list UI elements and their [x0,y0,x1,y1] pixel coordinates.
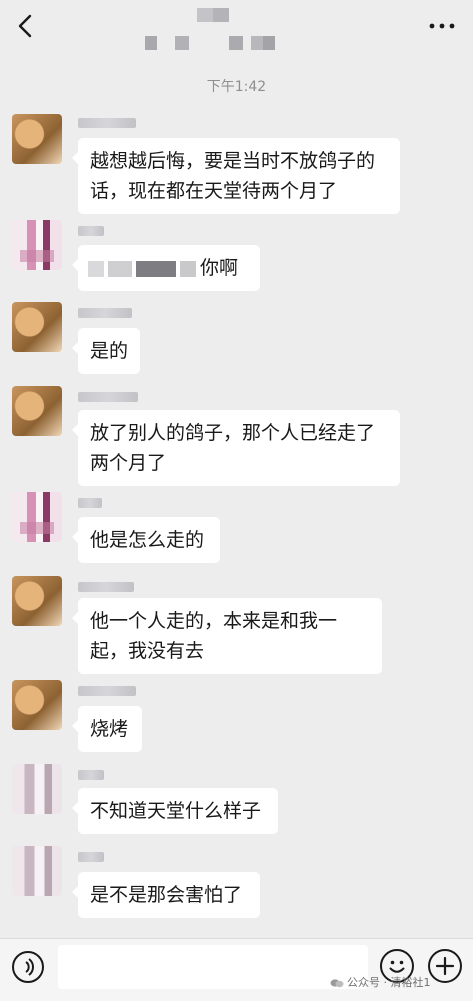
message-text: 烧烤 [90,718,129,740]
sender-name-redacted [78,392,138,402]
more-dots-icon [429,23,455,29]
message-text: 是的 [90,340,129,362]
sender-name-redacted [78,686,136,696]
voice-button[interactable] [12,951,44,983]
chevron-left-icon [18,14,32,38]
message-text: 他一个人走的，本来是和我一起，我没有去 [90,610,338,662]
sender-name-redacted [78,852,104,862]
redacted-text [136,260,176,277]
watermark: 公众号 · 清裕社1 [330,974,431,990]
message-timestamp: 下午1:42 [206,79,267,95]
avatar[interactable] [12,576,62,626]
avatar[interactable] [12,220,62,270]
sender-name-redacted [78,770,104,780]
sender-name-redacted [78,582,134,592]
sender-name-redacted [78,308,132,318]
message-text: 是不是那会害怕了 [90,884,243,906]
sender-name-redacted [78,118,136,128]
wechat-logo-icon [330,979,344,988]
message-input[interactable] [58,945,368,989]
avatar[interactable] [12,764,62,814]
watermark-text: 公众号 · 清裕社1 [347,976,431,989]
chat-window: 下午1:42 越想越后悔，要是当时不放鸽子的话，现在都在天堂待两个月了 你啊 是… [0,0,473,1001]
avatar[interactable] [12,680,62,730]
message-bubble[interactable]: 你啊 [72,245,260,291]
redacted-text [108,260,132,277]
avatar[interactable] [12,492,62,542]
redacted-text [180,260,196,277]
back-button[interactable] [12,10,40,42]
avatar[interactable] [12,114,62,164]
message-bubble[interactable]: 不知道天堂什么样子 [72,788,278,834]
redacted-text [88,260,104,277]
input-bar [0,938,473,1001]
message-text: 他是怎么走的 [90,529,205,551]
plus-button[interactable] [428,949,462,983]
plus-icon [435,956,455,976]
message-text: 不知道天堂什么样子 [90,800,262,822]
message-text: 你啊 [200,257,239,279]
message-text: 越想越后悔，要是当时不放鸽子的话，现在都在天堂待两个月了 [90,150,376,202]
chat-header [0,0,473,64]
avatar[interactable] [12,386,62,436]
message-bubble[interactable]: 放了别人的鸽子，那个人已经走了两个月了 [72,410,400,486]
chat-title-redacted [145,8,275,54]
message-text: 放了别人的鸽子，那个人已经走了两个月了 [90,422,376,474]
sender-name-redacted [78,226,104,236]
message-bubble[interactable]: 他是怎么走的 [72,517,220,563]
avatar[interactable] [12,846,62,896]
sender-name-redacted [78,498,102,508]
message-bubble[interactable]: 是不是那会害怕了 [72,872,260,918]
voice-icon [25,958,34,976]
message-bubble[interactable]: 越想越后悔，要是当时不放鸽子的话，现在都在天堂待两个月了 [72,138,400,214]
avatar[interactable] [12,302,62,352]
message-bubble[interactable]: 是的 [72,328,140,374]
more-button[interactable] [427,14,457,38]
message-bubble[interactable]: 烧烤 [72,706,142,752]
message-bubble[interactable]: 他一个人走的，本来是和我一起，我没有去 [72,598,382,674]
